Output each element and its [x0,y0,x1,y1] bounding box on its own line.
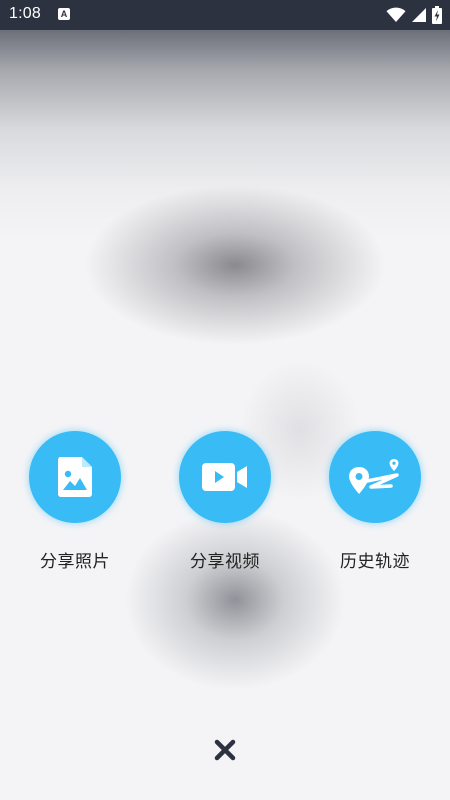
history-track-button[interactable]: 历史轨迹 [315,431,435,572]
wifi-icon [386,7,406,22]
share-photo-label: 分享照片 [40,552,110,572]
route-track-icon [349,459,399,494]
signal-icon [412,8,426,22]
video-camera-icon [202,463,247,491]
close-icon [214,739,236,761]
share-menu-screen: 1:08 A 分享照片 分享视频 历史轨迹 [0,0,450,800]
share-video-label: 分享视频 [190,552,260,572]
blurred-background [0,0,450,800]
share-video-button[interactable]: 分享视频 [165,431,285,572]
share-actions: 分享照片 分享视频 历史轨迹 [0,431,450,581]
close-button[interactable] [212,737,238,763]
status-icons [386,6,442,24]
share-photo-circle [29,431,121,523]
battery-charging-icon [432,6,442,24]
share-video-circle [179,431,271,523]
history-track-circle [329,431,421,523]
status-bar: 1:08 A [0,0,450,30]
share-photo-button[interactable]: 分享照片 [15,431,135,572]
history-track-label: 历史轨迹 [340,552,410,572]
status-time: 1:08 [9,5,41,22]
notification-badge: A [58,8,70,20]
image-file-icon [58,457,92,497]
